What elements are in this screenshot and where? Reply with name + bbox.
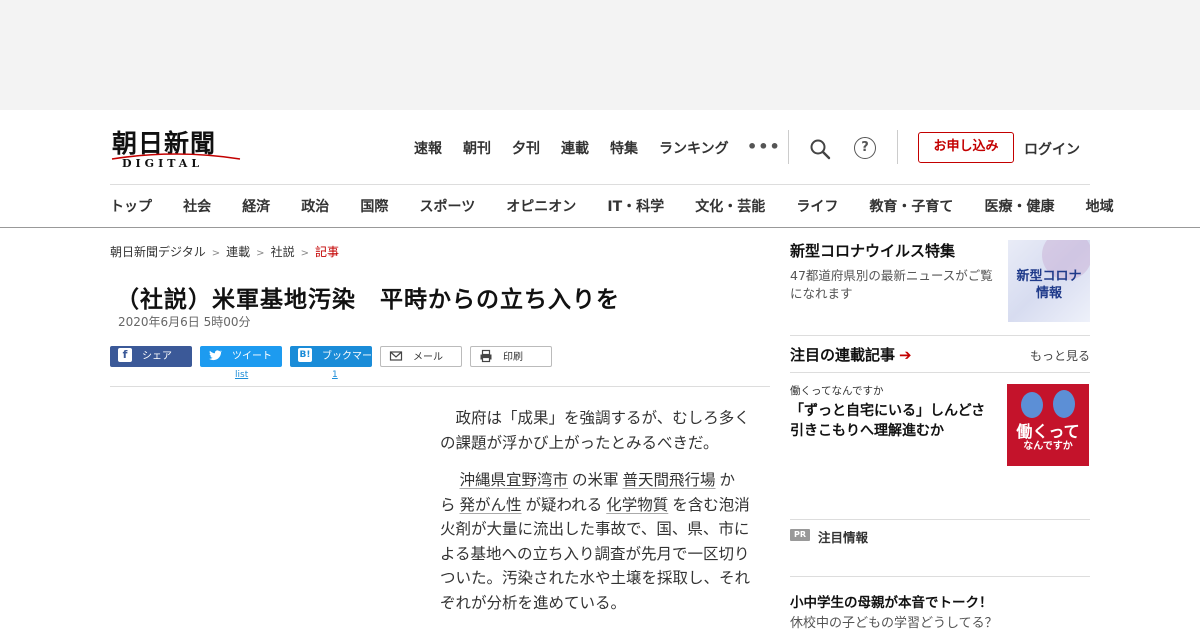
keyword-link[interactable]: 沖縄県宜野湾市 [460,471,569,489]
breadcrumb-separator: > [300,248,309,259]
topnav-item-ranking[interactable]: ランキング [659,138,729,158]
category-item-opinion[interactable]: オピニオン [506,199,576,215]
site-logo[interactable]: 朝日新聞 DIGITAL [110,124,242,170]
hatena-bookmark-button[interactable]: B! ブックマーク [290,346,382,367]
article-title: （社説）米軍基地汚染 平時からの立ち入りを [116,287,620,313]
illustration-figure [1021,392,1043,418]
article-body: 政府は「成果」を強調するが、むしろ多くの課題が浮かび上がったとみるべきだ。 沖縄… [440,406,750,628]
category-item-education[interactable]: 教育・子育て [869,199,953,215]
topnav-item-yukan[interactable]: 夕刊 [512,138,540,158]
breadcrumb-current: 記事 [314,245,339,259]
corona-image-label-line2: 情報 [1035,286,1062,301]
corona-feature-title[interactable]: 新型コロナウイルス特集 [790,240,955,261]
search-icon[interactable] [808,137,832,161]
category-item-life[interactable]: ライフ [796,199,838,215]
paragraph-text: の米軍 [572,471,619,489]
category-item-politics[interactable]: 政治 [301,199,329,215]
series-headline[interactable]: 「ずっと自宅にいる」しんどさ 引きこもりへ理解進むか [790,401,1000,441]
facebook-share-button[interactable]: f シェア [110,346,192,367]
category-item-international[interactable]: 国際 [360,199,388,215]
facebook-share-label: シェア [142,351,172,362]
breadcrumb-item-home[interactable]: 朝日新聞デジタル [110,245,206,259]
breadcrumb-item-rensai[interactable]: 連載 [226,245,250,259]
twitter-share-label: ツイート [232,351,272,362]
see-more-link[interactable]: もっと見る [1030,347,1090,364]
featured-series-title: 注目の連載記事 [790,346,896,364]
more-menu-icon[interactable]: ••• [747,137,781,156]
category-item-economy[interactable]: 経済 [242,199,270,215]
article-date: 2020年6月6日 5時00分 [118,315,251,329]
breadcrumb: 朝日新聞デジタル > 連載 > 社説 > 記事 [110,243,339,260]
printer-icon [480,349,492,363]
top-nav: 速報 朝刊 夕刊 連載 特集 ランキング [414,138,750,158]
sidebar-divider [790,519,1090,520]
print-label: 印刷 [503,352,523,363]
help-icon[interactable]: ? [854,137,876,159]
pr-badge: PR [790,529,810,541]
featured-series-heading[interactable]: 注目の連載記事 ➔ [790,344,912,365]
login-link[interactable]: ログイン [1024,139,1080,159]
hatena-bookmark-count[interactable]: 1 [332,370,338,380]
paragraph-text: が疑われる [525,495,603,514]
site-header: 朝日新聞 DIGITAL 速報 朝刊 夕刊 連載 特集 ランキング ••• ? … [0,110,1200,228]
mail-share-label: メール [413,352,443,363]
topnav-item-choukan[interactable]: 朝刊 [463,138,491,158]
share-divider [110,386,770,387]
topnav-item-tokushu[interactable]: 特集 [610,138,638,158]
series-thumbnail-label-line2: なんですか [1023,441,1073,452]
ad-banner-space [0,0,1200,110]
corona-image-label: 新型コロナ 情報 [1008,268,1090,302]
category-item-it-science[interactable]: IT・科学 [607,199,664,215]
twitter-share-button[interactable]: ツイート [200,346,282,367]
keyword-link[interactable]: 普天間飛行場 [623,471,716,489]
header-divider [788,130,789,164]
corona-feature-description[interactable]: 47都道府県別の最新ニュースがご覧になれます [790,267,1002,303]
category-item-society[interactable]: 社会 [183,199,211,215]
topnav-item-rensai[interactable]: 連載 [561,138,589,158]
illustration-figure [1053,390,1075,418]
twitter-share-count[interactable]: list [235,370,248,380]
keyword-link[interactable]: 発がん性 [460,496,522,514]
corona-image-label-line1: 新型コロナ [1016,269,1082,284]
mail-share-button[interactable]: メール [380,346,462,367]
article-paragraph: 沖縄県宜野湾市 の米軍 普天間飛行場 から 発がん性 が疑われる 化学物質 を含む泡消火剤が大… [440,468,750,615]
breadcrumb-separator: > [256,248,265,259]
twitter-bird-icon [209,350,222,361]
breadcrumb-separator: > [211,248,221,259]
header-separator [110,184,1090,185]
keyword-link[interactable]: 化学物質 [606,496,668,514]
sidebar-divider [790,335,1090,336]
topnav-item-sokuho[interactable]: 速報 [414,138,442,158]
header-divider [897,130,898,164]
breadcrumb-item-shasetsu[interactable]: 社説 [271,245,295,259]
category-item-sports[interactable]: スポーツ [419,199,475,215]
print-button[interactable]: 印刷 [470,346,552,367]
sidebar-divider [790,372,1090,373]
pr-section-label: 注目情報 [818,530,869,545]
hatena-icon: B! [298,348,312,362]
hatena-bookmark-label: ブックマーク [322,351,382,362]
category-item-region[interactable]: 地域 [1086,199,1114,215]
mail-icon [389,351,403,361]
category-item-health[interactable]: 医療・健康 [985,199,1055,215]
category-item-culture[interactable]: 文化・芸能 [695,199,765,215]
logo-subtitle: DIGITAL [122,157,204,170]
arrow-right-icon: ➔ [899,346,912,364]
series-tag[interactable]: 働くってなんですか [790,383,883,398]
corona-feature-image[interactable]: 新型コロナ 情報 [1008,240,1090,322]
facebook-icon: f [118,348,132,362]
category-nav: トップ 社会 経済 政治 国際 スポーツ オピニオン IT・科学 文化・芸能 ラ… [110,196,1140,216]
series-thumbnail-label-line1: 働くって [1016,422,1080,441]
pr-headline[interactable]: 小中学生の母親が本音でトーク！ [790,591,993,611]
sidebar-divider [790,576,1090,577]
article-paragraph: 政府は「成果」を強調するが、むしろ多くの課題が浮かび上がったとみるべきだ。 [440,409,750,452]
pr-subtitle[interactable]: 休校中の子どもの学習どうしてる？ [790,612,998,631]
series-thumbnail-label: 働くって なんですか [1007,424,1089,454]
category-item-top[interactable]: トップ [110,199,152,215]
series-thumbnail[interactable]: 働くって なんですか [1007,384,1089,466]
subscribe-button[interactable]: お申し込み [918,132,1014,163]
